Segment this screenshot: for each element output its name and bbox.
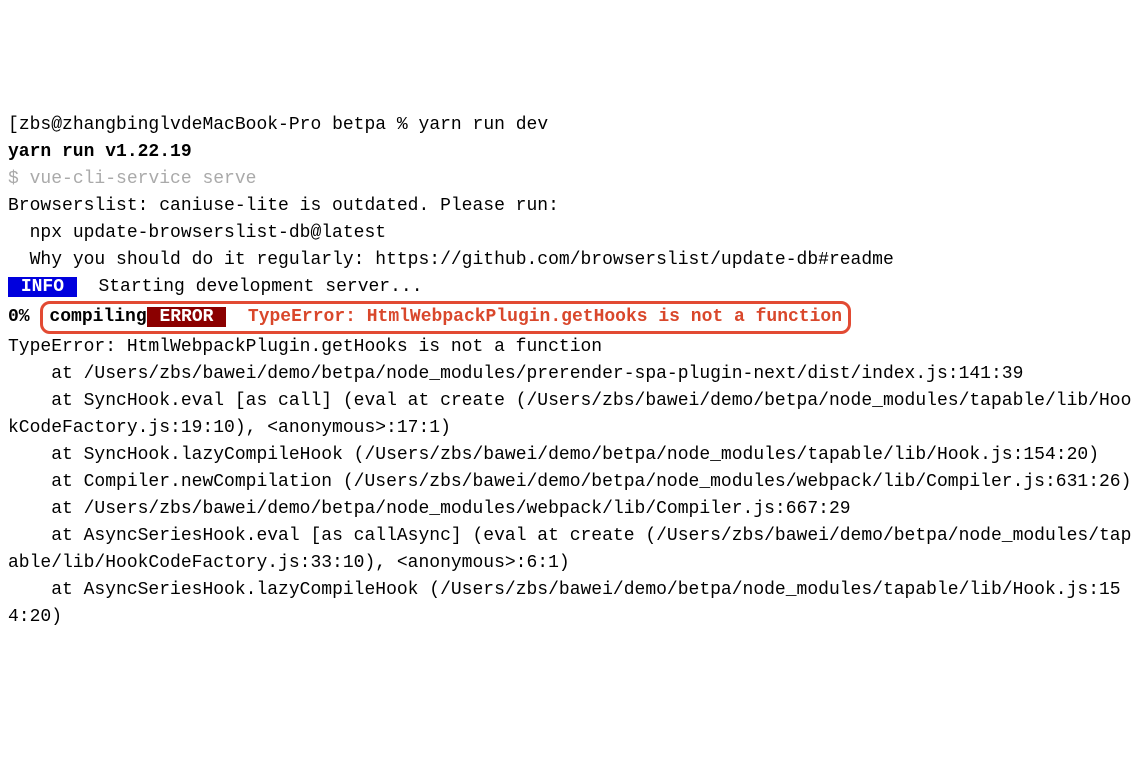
compile-progress: 0% xyxy=(8,307,30,327)
sub-prompt-dollar: $ xyxy=(8,169,19,189)
prompt-user-host: zbs@zhangbinglvdeMacBook-Pro xyxy=(19,115,321,135)
stack-trace-line: at AsyncSeriesHook.lazyCompileHook (/Use… xyxy=(8,580,1121,627)
compile-state: compiling xyxy=(49,307,146,327)
error-badge: ERROR xyxy=(147,307,227,327)
terminal-output[interactable]: [zbs@zhangbinglvdeMacBook-Pro betpa % ya… xyxy=(8,112,1134,631)
stack-trace-line: at Compiler.newCompilation (/Users/zbs/b… xyxy=(8,472,1131,492)
prompt-dir: betpa xyxy=(332,115,386,135)
info-badge: INFO xyxy=(8,277,77,297)
error-message: TypeError: HtmlWebpackPlugin.getHooks is… xyxy=(237,307,842,327)
prompt-symbol: % xyxy=(397,115,408,135)
stack-trace-line: at SyncHook.eval [as call] (eval at crea… xyxy=(8,391,1131,438)
command-text: yarn run dev xyxy=(419,115,549,135)
sub-command: vue-cli-service serve xyxy=(30,169,257,189)
stack-trace-line: at AsyncSeriesHook.eval [as callAsync] (… xyxy=(8,526,1131,573)
stack-trace-head: TypeError: HtmlWebpackPlugin.getHooks is… xyxy=(8,337,602,357)
prompt-open-bracket: [ xyxy=(8,115,19,135)
stack-trace-line: at /Users/zbs/bawei/demo/betpa/node_modu… xyxy=(8,364,1023,384)
stack-trace-line: at SyncHook.lazyCompileHook (/Users/zbs/… xyxy=(8,445,1099,465)
yarn-version: yarn run v1.22.19 xyxy=(8,142,192,162)
readme-link-line: Why you should do it regularly: https://… xyxy=(8,250,894,270)
info-message: Starting development server... xyxy=(77,277,423,297)
stack-trace-line: at /Users/zbs/bawei/demo/betpa/node_modu… xyxy=(8,499,851,519)
error-highlight-box: compiling ERROR TypeError: HtmlWebpackPl… xyxy=(40,301,851,334)
npx-suggestion: npx update-browserslist-db@latest xyxy=(8,223,386,243)
browserslist-warning: Browserslist: caniuse-lite is outdated. … xyxy=(8,196,559,216)
